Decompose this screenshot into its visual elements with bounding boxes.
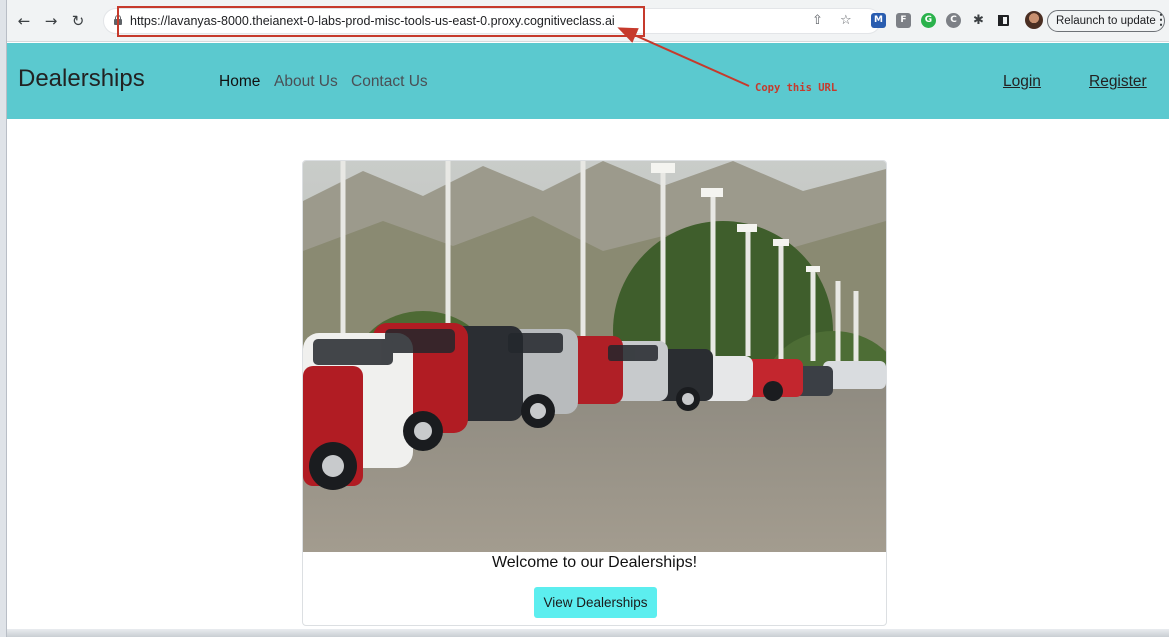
annotation-label: Copy this URL — [755, 82, 838, 94]
browser-window: ← → ↻ https://lavanyas-8000.theianext-0-… — [6, 0, 1169, 637]
dealership-photo — [303, 161, 886, 552]
welcome-heading: Welcome to our Dealerships! — [491, 554, 698, 571]
annotation-arrow — [617, 27, 750, 87]
window-bottom-edge — [7, 629, 1169, 637]
view-dealerships-button[interactable]: View Dealerships — [534, 587, 657, 618]
welcome-card: Welcome to our Dealerships! View Dealers… — [302, 160, 887, 626]
